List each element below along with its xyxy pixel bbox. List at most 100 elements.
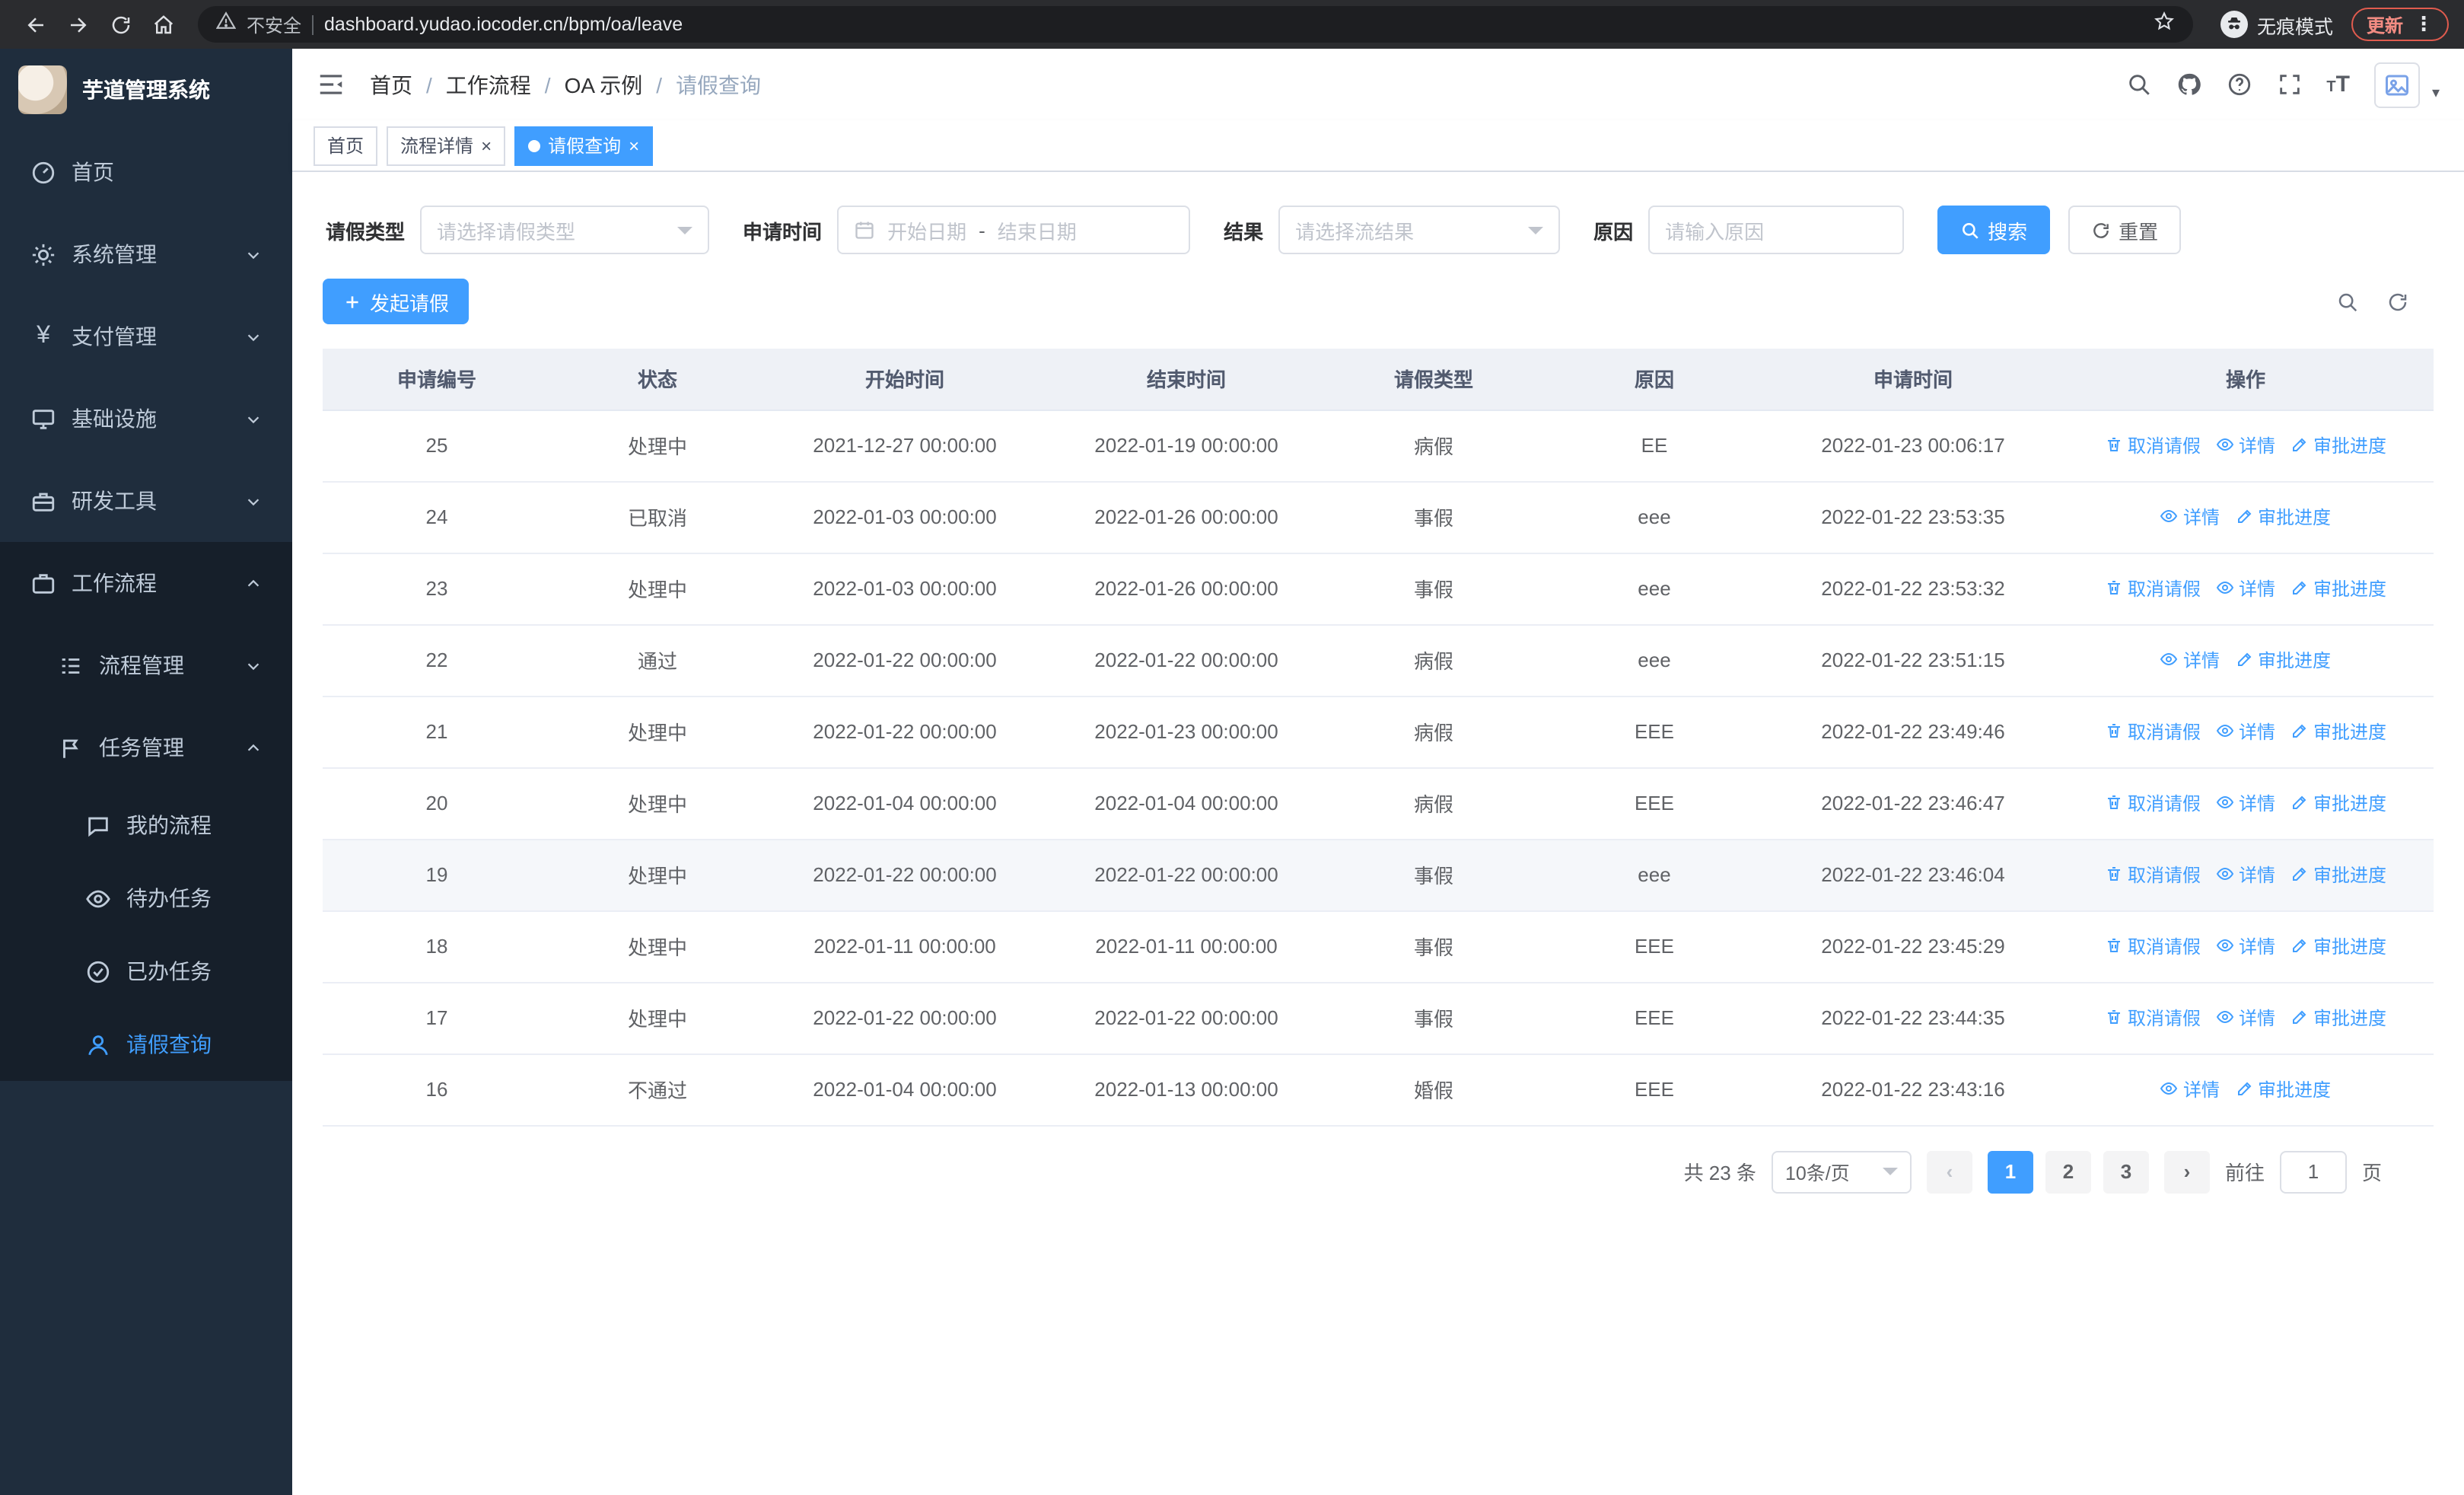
end-time-cell: 2022-01-22 00:00:00 xyxy=(1046,982,1327,1054)
detail-link[interactable]: 详情 xyxy=(2160,504,2220,530)
page-size-select[interactable]: 10条/页 xyxy=(1771,1150,1912,1193)
end-time-cell: 2022-01-04 00:00:00 xyxy=(1046,767,1327,840)
update-button[interactable]: 更新 ⋮ xyxy=(2351,8,2449,41)
bookmark-star-icon[interactable] xyxy=(2154,10,2175,39)
applied-time-cell: 2022-01-22 23:46:47 xyxy=(1768,767,2058,840)
tab-home[interactable]: 首页 xyxy=(314,126,378,165)
sidebar-item-devtools[interactable]: 研发工具 xyxy=(0,460,292,542)
reset-button[interactable]: 重置 xyxy=(2068,206,2182,254)
reason-cell: EEE xyxy=(1540,910,1768,983)
detail-link[interactable]: 详情 xyxy=(2216,1005,2275,1031)
detail-link[interactable]: 详情 xyxy=(2216,790,2275,816)
sidebar-item-process-mgmt[interactable]: 流程管理 xyxy=(0,624,292,706)
home-icon[interactable] xyxy=(143,5,183,44)
approval-progress-link[interactable]: 审批进度 xyxy=(2291,719,2386,744)
breadcrumb-item[interactable]: 首页 xyxy=(370,69,412,100)
font-size-icon[interactable]: TT xyxy=(2326,73,2350,96)
end-time-cell: 2022-01-26 00:00:00 xyxy=(1046,481,1327,553)
sidebar-item-infra[interactable]: 基础设施 xyxy=(0,378,292,460)
back-icon[interactable] xyxy=(15,5,55,44)
url-text[interactable]: dashboard.yudao.iocoder.cn/bpm/oa/leave xyxy=(324,14,2143,35)
cancel-leave-link[interactable]: 取消请假 xyxy=(2105,575,2201,601)
breadcrumb-item[interactable]: OA 示例 xyxy=(565,69,643,100)
close-icon[interactable]: × xyxy=(481,136,492,155)
create-leave-button[interactable]: 发起请假 xyxy=(323,279,470,324)
github-icon[interactable] xyxy=(2176,72,2201,97)
close-icon[interactable]: × xyxy=(629,136,639,155)
avatar[interactable] xyxy=(2373,62,2420,107)
tags-view-bar: 首页 流程详情 × 请假查询 × xyxy=(292,120,2464,172)
search-icon xyxy=(1963,222,1979,238)
approval-progress-link[interactable]: 审批进度 xyxy=(2291,862,2386,888)
approval-progress-link[interactable]: 审批进度 xyxy=(2235,647,2331,673)
sidebar-item-payment[interactable]: ¥ 支付管理 xyxy=(0,295,292,378)
sidebar: 芋道管理系统 首页 系统管理 ¥ 支付管理 基础设施 研发工具 工作流程 流程管… xyxy=(0,49,292,1495)
security-chip[interactable]: 不安全 xyxy=(247,11,301,37)
sidebar-item-system[interactable]: 系统管理 xyxy=(0,213,292,295)
forward-icon[interactable] xyxy=(58,5,97,44)
status-cell: 处理中 xyxy=(551,982,764,1054)
sidebar-item-task-mgmt[interactable]: 任务管理 xyxy=(0,706,292,789)
caret-down-icon[interactable]: ▾ xyxy=(2432,84,2440,107)
chevron-down-icon xyxy=(677,226,693,234)
goto-page-input[interactable] xyxy=(2279,1150,2347,1193)
top-navbar: 首页 / 工作流程 / OA 示例 / 请假查询 TT ▾ xyxy=(292,49,2464,120)
approval-progress-link[interactable]: 审批进度 xyxy=(2291,933,2386,959)
refresh-table-icon[interactable] xyxy=(2386,290,2409,313)
page-button-2[interactable]: 2 xyxy=(2045,1150,2091,1193)
detail-link[interactable]: 详情 xyxy=(2216,933,2275,959)
detail-link[interactable]: 详情 xyxy=(2160,1076,2220,1102)
tab-leave-query[interactable]: 请假查询 × xyxy=(514,126,654,165)
fullscreen-icon[interactable] xyxy=(2276,72,2302,97)
menu-fold-icon[interactable] xyxy=(317,70,345,99)
cancel-leave-link[interactable]: 取消请假 xyxy=(2105,432,2201,458)
cancel-leave-link[interactable]: 取消请假 xyxy=(2105,933,2201,959)
sidebar-item-workflow[interactable]: 工作流程 xyxy=(0,542,292,624)
result-select[interactable]: 请选择流结果 xyxy=(1278,206,1561,254)
address-bar[interactable]: 不安全 dashboard.yudao.iocoder.cn/bpm/oa/le… xyxy=(198,6,2193,43)
toggle-search-icon[interactable] xyxy=(2336,290,2359,313)
sidebar-item-leave-query[interactable]: 请假查询 xyxy=(0,1008,292,1081)
prev-page-button[interactable]: ‹ xyxy=(1926,1150,1972,1193)
date-range-picker[interactable]: 开始日期 - 结束日期 xyxy=(837,206,1191,254)
detail-link[interactable]: 详情 xyxy=(2216,432,2275,458)
detail-link[interactable]: 详情 xyxy=(2216,862,2275,888)
start-date-placeholder[interactable]: 开始日期 xyxy=(887,215,966,244)
breadcrumb-item[interactable]: 工作流程 xyxy=(446,69,531,100)
cancel-leave-link[interactable]: 取消请假 xyxy=(2105,1005,2201,1031)
approval-progress-link[interactable]: 审批进度 xyxy=(2291,575,2386,601)
sidebar-item-todo-tasks[interactable]: 待办任务 xyxy=(0,862,292,935)
approval-progress-link[interactable]: 审批进度 xyxy=(2291,790,2386,816)
approval-progress-link[interactable]: 审批进度 xyxy=(2291,1005,2386,1031)
search-button[interactable]: 搜索 xyxy=(1937,206,2051,254)
detail-link[interactable]: 详情 xyxy=(2160,647,2220,673)
cancel-leave-link[interactable]: 取消请假 xyxy=(2105,862,2201,888)
eye-icon xyxy=(2160,1082,2179,1095)
edit-icon xyxy=(2293,1011,2306,1025)
search-icon[interactable] xyxy=(2125,72,2151,97)
page-button-1[interactable]: 1 xyxy=(1987,1150,2033,1193)
leave-type-select[interactable]: 请选择请假类型 xyxy=(420,206,710,254)
next-page-button[interactable]: › xyxy=(2163,1150,2210,1193)
reason-input[interactable]: 请输入原因 xyxy=(1648,206,1905,254)
reload-icon[interactable] xyxy=(100,5,140,44)
breadcrumb: 首页 / 工作流程 / OA 示例 / 请假查询 xyxy=(370,69,761,100)
page-button-3[interactable]: 3 xyxy=(2103,1150,2149,1193)
approval-progress-link[interactable]: 审批进度 xyxy=(2235,504,2331,530)
approval-progress-link[interactable]: 审批进度 xyxy=(2235,1076,2331,1102)
detail-link[interactable]: 详情 xyxy=(2216,719,2275,744)
end-date-placeholder[interactable]: 结束日期 xyxy=(998,215,1077,244)
detail-link[interactable]: 详情 xyxy=(2216,575,2275,601)
sidebar-item-done-tasks[interactable]: 已办任务 xyxy=(0,935,292,1008)
browser-menu-icon[interactable]: ⋮ xyxy=(2414,12,2434,37)
sidebar-item-home[interactable]: 首页 xyxy=(0,131,292,213)
approval-progress-link[interactable]: 审批进度 xyxy=(2291,432,2386,458)
cancel-leave-link[interactable]: 取消请假 xyxy=(2105,719,2201,744)
tab-process-detail[interactable]: 流程详情 × xyxy=(387,126,506,165)
start-time-cell: 2021-12-27 00:00:00 xyxy=(764,410,1046,482)
help-icon[interactable] xyxy=(2226,72,2252,97)
status-cell: 处理中 xyxy=(551,910,764,983)
delete-icon xyxy=(2107,438,2120,452)
cancel-leave-link[interactable]: 取消请假 xyxy=(2105,790,2201,816)
sidebar-item-my-process[interactable]: 我的流程 xyxy=(0,789,292,862)
